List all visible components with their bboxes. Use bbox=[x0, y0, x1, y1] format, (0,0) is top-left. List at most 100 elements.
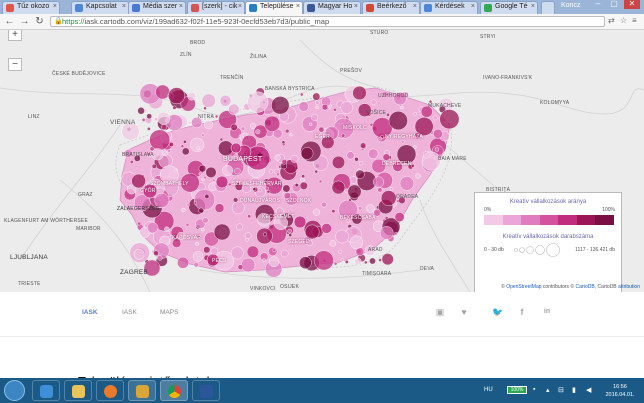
settlement-bubble[interactable] bbox=[257, 188, 262, 193]
settlement-bubble[interactable] bbox=[201, 133, 205, 137]
settlement-bubble[interactable] bbox=[177, 256, 189, 269]
settlement-bubble[interactable] bbox=[157, 111, 171, 125]
settlement-bubble[interactable] bbox=[287, 228, 292, 234]
settlement-bubble[interactable] bbox=[203, 106, 207, 111]
settlement-bubble[interactable] bbox=[281, 140, 286, 145]
language-indicator[interactable]: HU bbox=[484, 387, 493, 393]
taskbar-folder[interactable] bbox=[128, 380, 156, 401]
settlement-bubble[interactable] bbox=[233, 197, 239, 203]
settlement-bubble[interactable] bbox=[147, 222, 159, 234]
settlement-bubble[interactable] bbox=[133, 248, 145, 260]
settlement-bubble[interactable] bbox=[264, 186, 269, 191]
settlement-bubble[interactable] bbox=[168, 87, 186, 105]
settlement-bubble[interactable] bbox=[193, 262, 199, 268]
settlement-bubble[interactable] bbox=[201, 93, 216, 108]
reload-button[interactable]: ↻ bbox=[33, 15, 46, 28]
embed-icon[interactable]: ▣ bbox=[435, 307, 445, 317]
settlement-bubble[interactable] bbox=[293, 215, 307, 229]
settlement-bubble[interactable] bbox=[228, 103, 240, 116]
settlement-bubble[interactable] bbox=[366, 204, 375, 213]
settlement-bubble[interactable] bbox=[304, 224, 320, 240]
settlement-bubble[interactable] bbox=[379, 226, 394, 240]
settlement-bubble[interactable] bbox=[312, 208, 321, 216]
settlement-bubble[interactable] bbox=[211, 178, 216, 183]
settlement-bubble[interactable] bbox=[234, 167, 241, 175]
settlement-bubble[interactable] bbox=[214, 114, 219, 119]
osm-link[interactable]: OpenStreetMap bbox=[506, 284, 541, 290]
settlement-bubble[interactable] bbox=[289, 132, 293, 137]
settlement-bubble[interactable] bbox=[298, 101, 309, 112]
zoom-out-button[interactable]: − bbox=[8, 58, 22, 71]
settlement-bubble[interactable] bbox=[341, 133, 346, 138]
settlement-bubble[interactable] bbox=[373, 176, 385, 188]
settlement-bubble[interactable] bbox=[340, 258, 345, 262]
minimize-button[interactable]: – bbox=[590, 0, 606, 9]
settlement-bubble[interactable] bbox=[369, 257, 376, 265]
settlement-bubble[interactable] bbox=[281, 159, 288, 165]
tab-close-icon[interactable]: × bbox=[296, 3, 300, 10]
close-window-button[interactable]: ✕ bbox=[624, 0, 640, 9]
settlement-bubble[interactable] bbox=[237, 264, 244, 270]
settlement-bubble[interactable] bbox=[215, 175, 229, 189]
browser-tab[interactable]: [szerk] - cik × bbox=[187, 1, 245, 14]
settlement-bubble[interactable] bbox=[285, 128, 290, 134]
settlement-bubble[interactable] bbox=[137, 107, 145, 115]
settlement-bubble[interactable] bbox=[180, 144, 185, 148]
settlement-bubble[interactable] bbox=[219, 137, 224, 142]
taskbar-explorer-ie[interactable] bbox=[32, 380, 60, 401]
settlement-bubble[interactable] bbox=[299, 256, 312, 269]
settlement-bubble[interactable] bbox=[247, 214, 252, 219]
browser-tab[interactable]: Kérdések × bbox=[420, 1, 478, 14]
settlement-bubble[interactable] bbox=[255, 129, 261, 135]
settlement-bubble[interactable] bbox=[349, 235, 364, 249]
settlement-bubble[interactable] bbox=[161, 124, 167, 131]
settlement-bubble[interactable] bbox=[268, 256, 280, 267]
translate-icon[interactable]: ⇄ bbox=[608, 16, 615, 25]
settlement-bubble[interactable] bbox=[308, 122, 313, 127]
settlement-bubble[interactable] bbox=[198, 164, 207, 173]
settlement-bubble[interactable] bbox=[411, 163, 415, 168]
settlement-bubble[interactable] bbox=[299, 92, 304, 97]
settlement-bubble[interactable] bbox=[228, 182, 232, 187]
settlement-bubble[interactable] bbox=[358, 205, 363, 211]
settlement-bubble[interactable] bbox=[311, 113, 319, 122]
settlement-bubble[interactable] bbox=[340, 101, 353, 114]
browser-tab[interactable]: Települése × bbox=[245, 1, 303, 14]
settlement-bubble[interactable] bbox=[147, 127, 151, 131]
settlement-bubble[interactable] bbox=[439, 109, 460, 130]
settlement-bubble[interactable] bbox=[151, 163, 157, 169]
settlement-bubble[interactable] bbox=[214, 203, 225, 213]
settlement-bubble[interactable] bbox=[195, 241, 199, 246]
settlement-bubble[interactable] bbox=[331, 209, 336, 214]
address-bar[interactable]: 🔒 https://iask.cartodb.com/viz/199ad632-… bbox=[50, 16, 605, 27]
start-button[interactable] bbox=[4, 380, 25, 401]
settlement-bubble[interactable] bbox=[196, 146, 201, 151]
settlement-bubble[interactable] bbox=[394, 212, 405, 223]
settlement-bubble[interactable] bbox=[332, 155, 346, 169]
tray-network-icon[interactable]: ⊟ bbox=[558, 386, 564, 394]
settlement-bubble[interactable] bbox=[129, 160, 134, 164]
settlement-bubble[interactable] bbox=[364, 260, 368, 265]
settlement-bubble[interactable] bbox=[280, 249, 289, 258]
tray-arrow-icon[interactable]: ▴ bbox=[546, 386, 550, 394]
settlement-bubble[interactable] bbox=[266, 189, 271, 194]
tab-close-icon[interactable]: × bbox=[179, 3, 183, 10]
zoom-in-button[interactable]: + bbox=[8, 30, 22, 41]
settlement-bubble[interactable] bbox=[349, 176, 358, 184]
settlement-bubble[interactable] bbox=[240, 126, 245, 131]
new-tab-button[interactable] bbox=[541, 1, 555, 14]
nav-link-maps[interactable]: MAPS bbox=[160, 309, 178, 316]
settlement-bubble[interactable] bbox=[202, 217, 209, 224]
settlement-bubble[interactable] bbox=[146, 113, 152, 119]
settlement-bubble[interactable] bbox=[368, 148, 379, 159]
tray-flag-icon[interactable]: ▪ bbox=[533, 386, 535, 393]
settlement-bubble[interactable] bbox=[360, 142, 367, 149]
tab-close-icon[interactable]: × bbox=[354, 3, 358, 10]
settlement-bubble[interactable] bbox=[358, 160, 364, 166]
settlement-bubble[interactable] bbox=[415, 173, 421, 179]
settlement-bubble[interactable] bbox=[370, 99, 377, 106]
settlement-bubble[interactable] bbox=[172, 105, 177, 110]
settlement-bubble[interactable] bbox=[164, 226, 170, 232]
browser-tab[interactable]: Média szer × bbox=[128, 1, 186, 14]
nav-link-iask[interactable]: IASK bbox=[122, 309, 137, 316]
